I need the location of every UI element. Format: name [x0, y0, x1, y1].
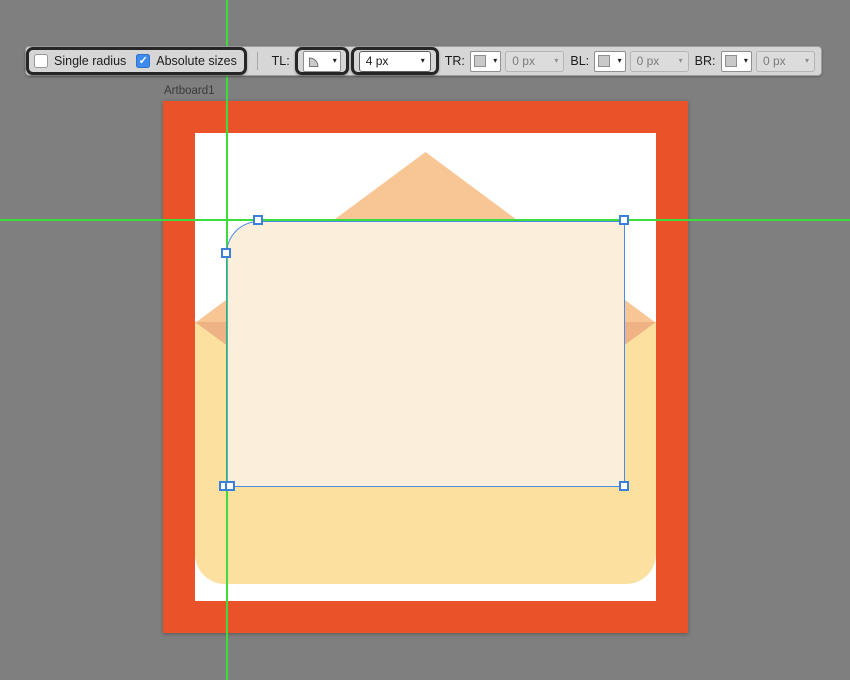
- app-canvas: Artboard1 Single radius ✓ Absolute sizes…: [0, 0, 850, 680]
- square-corner-icon: [724, 55, 737, 67]
- bl-corner-type-dropdown[interactable]: ▾: [594, 50, 626, 72]
- bl-label: BL:: [570, 54, 590, 68]
- absolute-sizes-checkbox[interactable]: ✓: [136, 54, 151, 68]
- tl-radius-value: 4 px: [365, 54, 389, 68]
- selection-handle-tl-left[interactable]: [221, 248, 231, 258]
- absolute-sizes-label: Absolute sizes: [156, 54, 237, 68]
- br-radius-value: 0 px: [762, 54, 786, 68]
- rounded-corner-icon: [308, 57, 319, 67]
- selection-handle-bl[interactable]: [225, 481, 235, 491]
- br-radius-input[interactable]: 0 px ▾: [755, 50, 816, 72]
- single-radius-checkbox[interactable]: [34, 54, 48, 68]
- tr-corner-type-dropdown[interactable]: ▾: [469, 50, 502, 72]
- tl-corner-type-highlight: ▾: [294, 47, 349, 75]
- chevron-down-icon: ▾: [493, 56, 498, 65]
- selection-handle-tl-top[interactable]: [253, 215, 263, 225]
- br-label: BR:: [694, 54, 716, 68]
- selection-edge-bottom[interactable]: [226, 485, 624, 487]
- tr-radius-value: 0 px: [512, 54, 535, 68]
- tl-radius-input[interactable]: 4 px ▾: [358, 50, 431, 72]
- square-corner-icon: [473, 55, 486, 67]
- checkbox-group-highlight: Single radius ✓ Absolute sizes: [26, 47, 247, 75]
- chevron-down-icon: ▾: [805, 56, 810, 65]
- chevron-down-icon: ▾: [332, 56, 337, 65]
- corner-tool-context-toolbar: Single radius ✓ Absolute sizes TL: ▾ 4 p…: [25, 46, 822, 76]
- bl-radius-input[interactable]: 0 px ▾: [629, 50, 689, 72]
- chevron-down-icon: ▾: [743, 56, 748, 65]
- selection-edge-left[interactable]: [225, 253, 227, 486]
- chevron-down-icon: ▾: [420, 56, 425, 65]
- tr-radius-input[interactable]: 0 px ▾: [505, 50, 565, 72]
- square-corner-icon: [598, 55, 611, 67]
- tl-label: TL:: [271, 54, 290, 68]
- selection-handle-br[interactable]: [619, 481, 629, 491]
- tl-radius-highlight: 4 px ▾: [350, 47, 439, 75]
- br-corner-type-dropdown[interactable]: ▾: [720, 50, 752, 72]
- tr-label: TR:: [444, 54, 465, 68]
- selection-handle-tr[interactable]: [619, 215, 629, 225]
- selection-edge-top[interactable]: [258, 220, 624, 222]
- single-radius-label: Single radius: [54, 54, 127, 68]
- chevron-down-icon: ▾: [617, 56, 622, 65]
- artboard-title[interactable]: Artboard1: [164, 85, 215, 97]
- tl-corner-type-dropdown[interactable]: ▾: [302, 50, 341, 72]
- selection-edge-right[interactable]: [623, 221, 625, 486]
- chevron-down-icon: ▾: [554, 56, 559, 65]
- toolbar-separator: [256, 52, 258, 70]
- bl-radius-value: 0 px: [636, 54, 660, 68]
- chevron-down-icon: ▾: [678, 56, 683, 65]
- letter-rectangle-selected[interactable]: [226, 221, 624, 486]
